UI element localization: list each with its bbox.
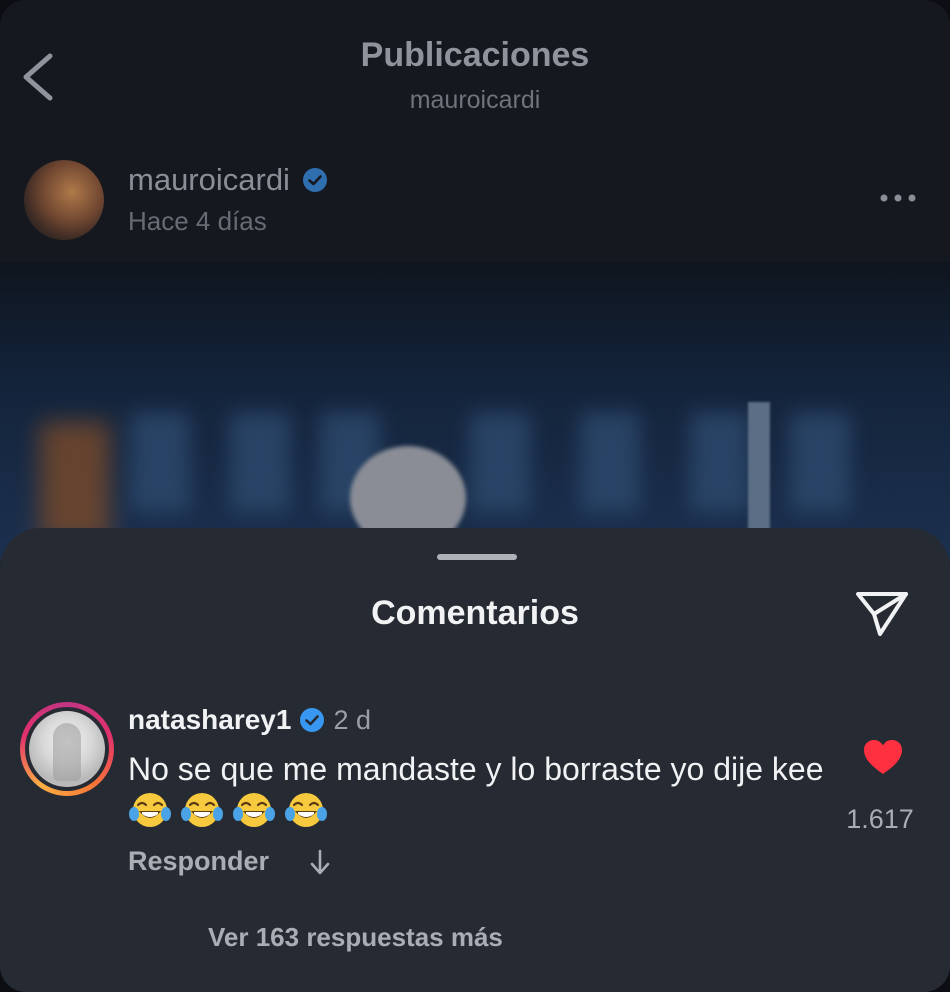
- comments-title: Comentarios: [371, 594, 579, 632]
- reply-button[interactable]: Responder: [128, 846, 269, 877]
- view-more-replies-button[interactable]: Ver 163 respuestas más: [208, 922, 503, 953]
- commenter-avatar-image: [29, 711, 105, 787]
- image-blur-shape: [130, 412, 190, 512]
- image-blur-shape: [690, 412, 750, 512]
- comment-actions: Responder: [128, 846, 331, 877]
- comment-body: No se que me mandaste y lo borraste yo d…: [128, 748, 828, 836]
- image-blur-shape: [580, 412, 640, 512]
- top-header: Publicaciones mauroicardi: [0, 0, 950, 140]
- commenter-avatar[interactable]: [20, 702, 114, 796]
- avatar-figure: [53, 723, 81, 781]
- post-timestamp: Hace 4 días: [128, 206, 267, 236]
- page-subtitle: mauroicardi: [409, 86, 541, 114]
- tears-of-joy-emoji-icon: [285, 793, 327, 827]
- comment-text: No se que me mandaste y lo borraste yo d…: [128, 751, 824, 787]
- post-author-name-wrap: mauroicardi: [128, 162, 328, 198]
- tears-of-joy-emoji-icon: [181, 793, 223, 827]
- tears-of-joy-emoji-icon: [129, 793, 171, 827]
- sheet-drag-handle[interactable]: [437, 554, 517, 560]
- avatar-ring-gap: [25, 707, 109, 791]
- like-count: 1.617: [846, 804, 914, 834]
- verified-badge-icon: [300, 708, 325, 732]
- share-paper-plane-icon[interactable]: [852, 586, 912, 640]
- laughing-emoji-group: [128, 790, 328, 830]
- post-image[interactable]: [0, 262, 950, 562]
- comments-sheet: Comentarios natasharey1 2 d No se que me…: [0, 528, 950, 992]
- image-blur-shape: [230, 412, 290, 512]
- arrow-down-icon[interactable]: [309, 848, 331, 876]
- commenter-username[interactable]: natasharey1: [128, 704, 291, 736]
- comment-header: natasharey1 2 d: [128, 704, 371, 736]
- image-blur-shape: [748, 402, 770, 532]
- verified-badge-icon: [302, 168, 327, 192]
- heart-filled-icon[interactable]: [862, 738, 904, 776]
- instagram-screen: Publicaciones mauroicardi mauroicardi Ha…: [0, 0, 950, 992]
- more-options-icon[interactable]: [876, 186, 920, 210]
- post-author-username[interactable]: mauroicardi: [128, 162, 290, 198]
- post-author-avatar[interactable]: [24, 160, 104, 240]
- page-title: Publicaciones: [360, 36, 590, 74]
- comment-timestamp: 2 d: [333, 704, 371, 735]
- post-author-row: mauroicardi Hace 4 días: [0, 140, 950, 262]
- tears-of-joy-emoji-icon: [233, 793, 275, 827]
- image-blur-shape: [790, 412, 850, 512]
- image-blur-shape: [470, 412, 530, 512]
- image-blur-shape: [40, 422, 110, 542]
